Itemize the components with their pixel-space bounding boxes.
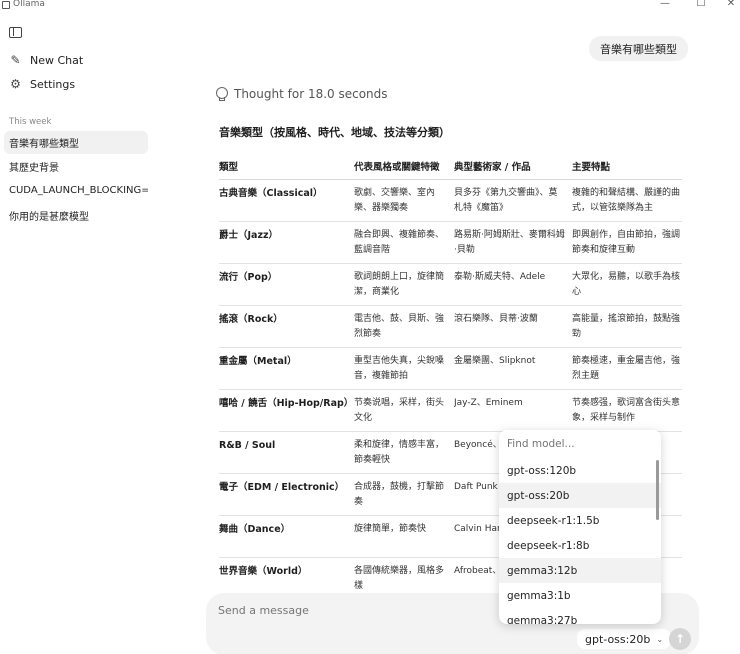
table-cell: 合成器，鼓機，打擊節奏 xyxy=(354,482,445,507)
table-cell: R&B / Soul xyxy=(219,440,276,451)
table-cell: 节奏感强，歌词富含街头意象，采样与制作 xyxy=(572,398,681,423)
model-option[interactable]: deepseek-r1:1.5b xyxy=(499,508,661,533)
table-row: 爵士（Jazz） 融合即興、複雜節奏、藍調音階 路易斯·阿姆斯壯、麥爾科姆·貝勒 即興… xyxy=(219,222,682,264)
table-cell: 路易斯·阿姆斯壯、麥爾科姆·貝勒 xyxy=(454,230,565,255)
model-dropdown: gpt-oss:120bgpt-oss:20bdeepseek-r1:1.5bd… xyxy=(499,430,661,624)
table-cell: 大眾化，易聽，以歌手為核心 xyxy=(572,272,681,297)
new-chat-button[interactable]: ✎ New Chat xyxy=(9,52,83,68)
table-cell: 嘻哈 / 饒舌（Hip-Hop/Rap） xyxy=(219,398,354,409)
model-option[interactable]: gpt-oss:120b xyxy=(499,458,661,483)
table-cell: 流行（Pop） xyxy=(219,272,278,283)
table-cell: 泰勒·斯威夫特、Adele xyxy=(454,272,546,282)
thought-toggle[interactable]: Thought for 18.0 seconds xyxy=(216,87,388,101)
table-cell: Jay-Z、Eminem xyxy=(454,398,523,408)
send-button[interactable]: ↑ xyxy=(669,628,691,650)
history-section-label: This week xyxy=(9,117,52,127)
table-row: 流行（Pop） 歌詞朗朗上口，旋律簡潔，商業化 泰勒·斯威夫特、Adele 大眾化，易… xyxy=(219,264,682,306)
table-cell: 電子（EDM / Electronic） xyxy=(219,482,345,493)
table-cell: 貝多芬《第九交響曲》、莫札特《魔笛》 xyxy=(454,188,558,213)
table-cell: 融合即興、複雜節奏、藍調音階 xyxy=(354,230,445,255)
table-cell: 重型吉他失真，尖銳嗓音，複雜節拍 xyxy=(354,356,445,381)
arrow-up-icon: ↑ xyxy=(674,632,686,646)
header-cell: 代表風格或關鍵特徵 xyxy=(354,161,440,173)
model-search-input[interactable] xyxy=(507,438,647,450)
table-cell: 即興創作，自由節拍，強調節奏和旋律互動 xyxy=(572,230,681,255)
table-cell: 舞曲（Dance） xyxy=(219,524,291,535)
header-cell: 典型藝術家 / 作品 xyxy=(454,161,531,173)
model-selector[interactable]: gpt-oss:20b ⌄ xyxy=(577,629,672,649)
table-cell: 爵士（Jazz） xyxy=(219,230,279,241)
table-cell: 古典音樂（Classical） xyxy=(219,188,323,199)
table-cell: 高能量，搖滾節拍，鼓點強勁 xyxy=(572,314,681,339)
history-item[interactable]: 其歷史背景 xyxy=(4,155,148,178)
table-row: 古典音樂（Classical） 歌劇、交響樂、室內樂、器樂獨奏 貝多芬《第九交響曲》… xyxy=(219,180,682,222)
model-options-list: gpt-oss:120b gpt-oss:20b deepseek-r1:1.5b d… xyxy=(499,458,661,624)
gear-icon: ⚙ xyxy=(10,77,21,91)
table-cell: 金屬樂團、Slipknot xyxy=(454,356,536,366)
table-cell: 複雜的和聲結構、嚴謹的曲式，以管弦樂隊為主 xyxy=(572,188,681,213)
window-title: Ollama xyxy=(13,0,45,9)
table-cell: 歌詞朗朗上口，旋律簡潔，商業化 xyxy=(354,272,445,297)
model-option[interactable]: gemma3:27b xyxy=(499,608,661,625)
model-option[interactable]: gpt-oss:20b xyxy=(499,483,661,508)
maximize-button[interactable]: ☐ xyxy=(694,0,708,9)
history-item[interactable]: 音樂有哪些類型 xyxy=(4,131,148,154)
table-row: 嘻哈 / 饒舌（Hip-Hop/Rap） 节奏说唱，采样，街头文化 Jay-Z、Em… xyxy=(219,390,682,432)
table-cell: 旋律簡單，節奏快 xyxy=(354,524,427,534)
history-item[interactable]: CUDA_LAUNCH_BLOCKING=... xyxy=(4,179,148,202)
edit-icon: ✎ xyxy=(10,53,21,67)
new-chat-label: New Chat xyxy=(30,53,84,67)
settings-label: Settings xyxy=(30,77,76,91)
header-cell: 主要特點 xyxy=(572,161,611,173)
model-option[interactable]: gemma3:12b xyxy=(499,558,661,583)
close-button[interactable]: ✕ xyxy=(724,0,738,9)
dropdown-scrollbar[interactable] xyxy=(656,460,659,520)
table-cell: 節奏極速，重金屬吉他，強烈主題 xyxy=(572,356,681,381)
table-header: 類型 代表風格或關鍵特徵 典型藝術家 / 作品 主要特點 xyxy=(219,152,682,180)
table-cell: 電吉他、鼓、貝斯、強烈節奏 xyxy=(354,314,445,339)
model-search xyxy=(499,430,661,458)
message-input[interactable] xyxy=(218,604,478,617)
title-bar: Ollama — ☐ ✕ xyxy=(0,0,740,11)
table-cell: 柔和旋律，情感丰富，節奏輕快 xyxy=(354,440,445,465)
table-cell: 重金屬（Metal） xyxy=(219,356,297,367)
sidebar-toggle-icon[interactable] xyxy=(9,27,22,38)
minimize-button[interactable]: — xyxy=(658,0,672,9)
sidebar: ✎ New Chat ⚙ Settings This week 音樂有哪些類型 … xyxy=(0,11,156,654)
table-cell: 搖滾（Rock） xyxy=(219,314,283,325)
table-row: 搖滾（Rock） 電吉他、鼓、貝斯、強烈節奏 滾石樂隊、貝蒂·波蘭 高能量，搖滾節拍，… xyxy=(219,306,682,348)
app-logo-icon xyxy=(2,1,10,9)
table-cell: 节奏说唱，采样，街头文化 xyxy=(354,398,445,423)
model-option[interactable]: deepseek-r1:8b xyxy=(499,533,661,558)
table-cell: 滾石樂隊、貝蒂·波蘭 xyxy=(454,314,538,324)
thought-label: Thought for 18.0 seconds xyxy=(234,87,388,101)
table-row: 重金屬（Metal） 重型吉他失真，尖銳嗓音，複雜節拍 金屬樂團、Slipknot 節… xyxy=(219,348,682,390)
model-selector-label: gpt-oss:20b xyxy=(585,632,651,646)
header-cell: 類型 xyxy=(219,161,239,173)
table-cell: 歌劇、交響樂、室內樂、器樂獨奏 xyxy=(354,188,436,213)
settings-button[interactable]: ⚙ Settings xyxy=(9,76,75,92)
user-message-bubble: 音樂有哪些類型 xyxy=(589,36,688,61)
model-option[interactable]: gemma3:1b xyxy=(499,583,661,608)
chevron-down-icon: ⌄ xyxy=(656,634,664,644)
history-item[interactable]: 你用的是甚麼模型 xyxy=(4,204,148,227)
response-heading: 音樂類型（按風格、時代、地域、技法等分類） xyxy=(219,126,450,139)
lightbulb-icon xyxy=(216,87,228,101)
